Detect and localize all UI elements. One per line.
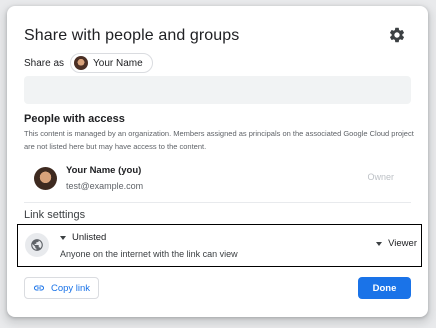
globe-icon-wrap [25,233,49,257]
member-role: Owner [367,172,394,182]
managed-note: This content is managed by an organizati… [24,129,414,151]
share-as-label: Share as [24,57,65,69]
member-email: test@example.com [66,181,144,191]
caret-down-icon [60,235,66,240]
link-settings-heading: Link settings [24,209,86,221]
globe-icon [31,239,43,251]
copy-link-button[interactable]: Copy link [24,277,99,299]
access-value: Unlisted [72,232,107,243]
gear-icon[interactable] [388,26,406,44]
access-dropdown[interactable]: Unlisted [60,232,106,243]
share-as-row: Share as Your Name [24,53,153,73]
access-description: Anyone on the internet with the link can… [60,249,238,259]
identity-name: Your Name [93,57,143,69]
people-with-access-heading: People with access [24,113,125,125]
link-role-dropdown[interactable]: Viewer [376,238,417,249]
avatar [34,167,57,190]
copy-link-label: Copy link [50,282,91,294]
done-button[interactable]: Done [358,277,411,299]
link-role-value: Viewer [388,238,417,249]
link-settings-box: Unlisted Anyone on the internet with the… [17,224,422,267]
avatar [74,56,89,70]
caret-down-icon [376,241,383,246]
identity-chip[interactable]: Your Name [70,53,153,73]
divider [24,202,411,203]
dialog-title: Share with people and groups [24,27,240,44]
link-icon [33,285,44,291]
add-people-input[interactable] [24,76,411,104]
member-row: Your Name (you) test@example.com Owner [24,161,411,201]
member-name: Your Name (you) [66,165,142,176]
share-dialog: Share with people and groups Share as Yo… [7,6,428,317]
